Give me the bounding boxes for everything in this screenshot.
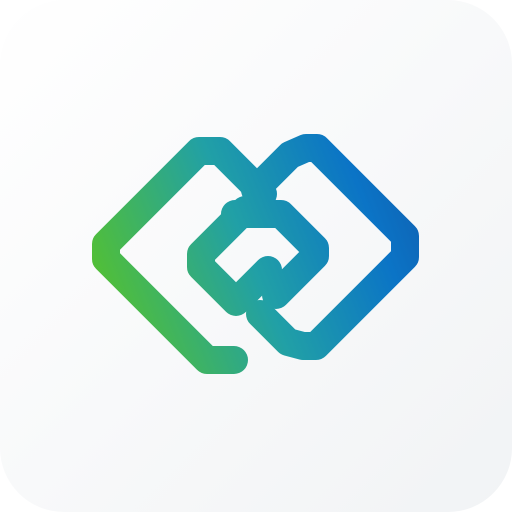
- app-icon-svg: [0, 0, 512, 512]
- icon-background: [0, 0, 512, 512]
- app-icon-tile[interactable]: [0, 0, 512, 512]
